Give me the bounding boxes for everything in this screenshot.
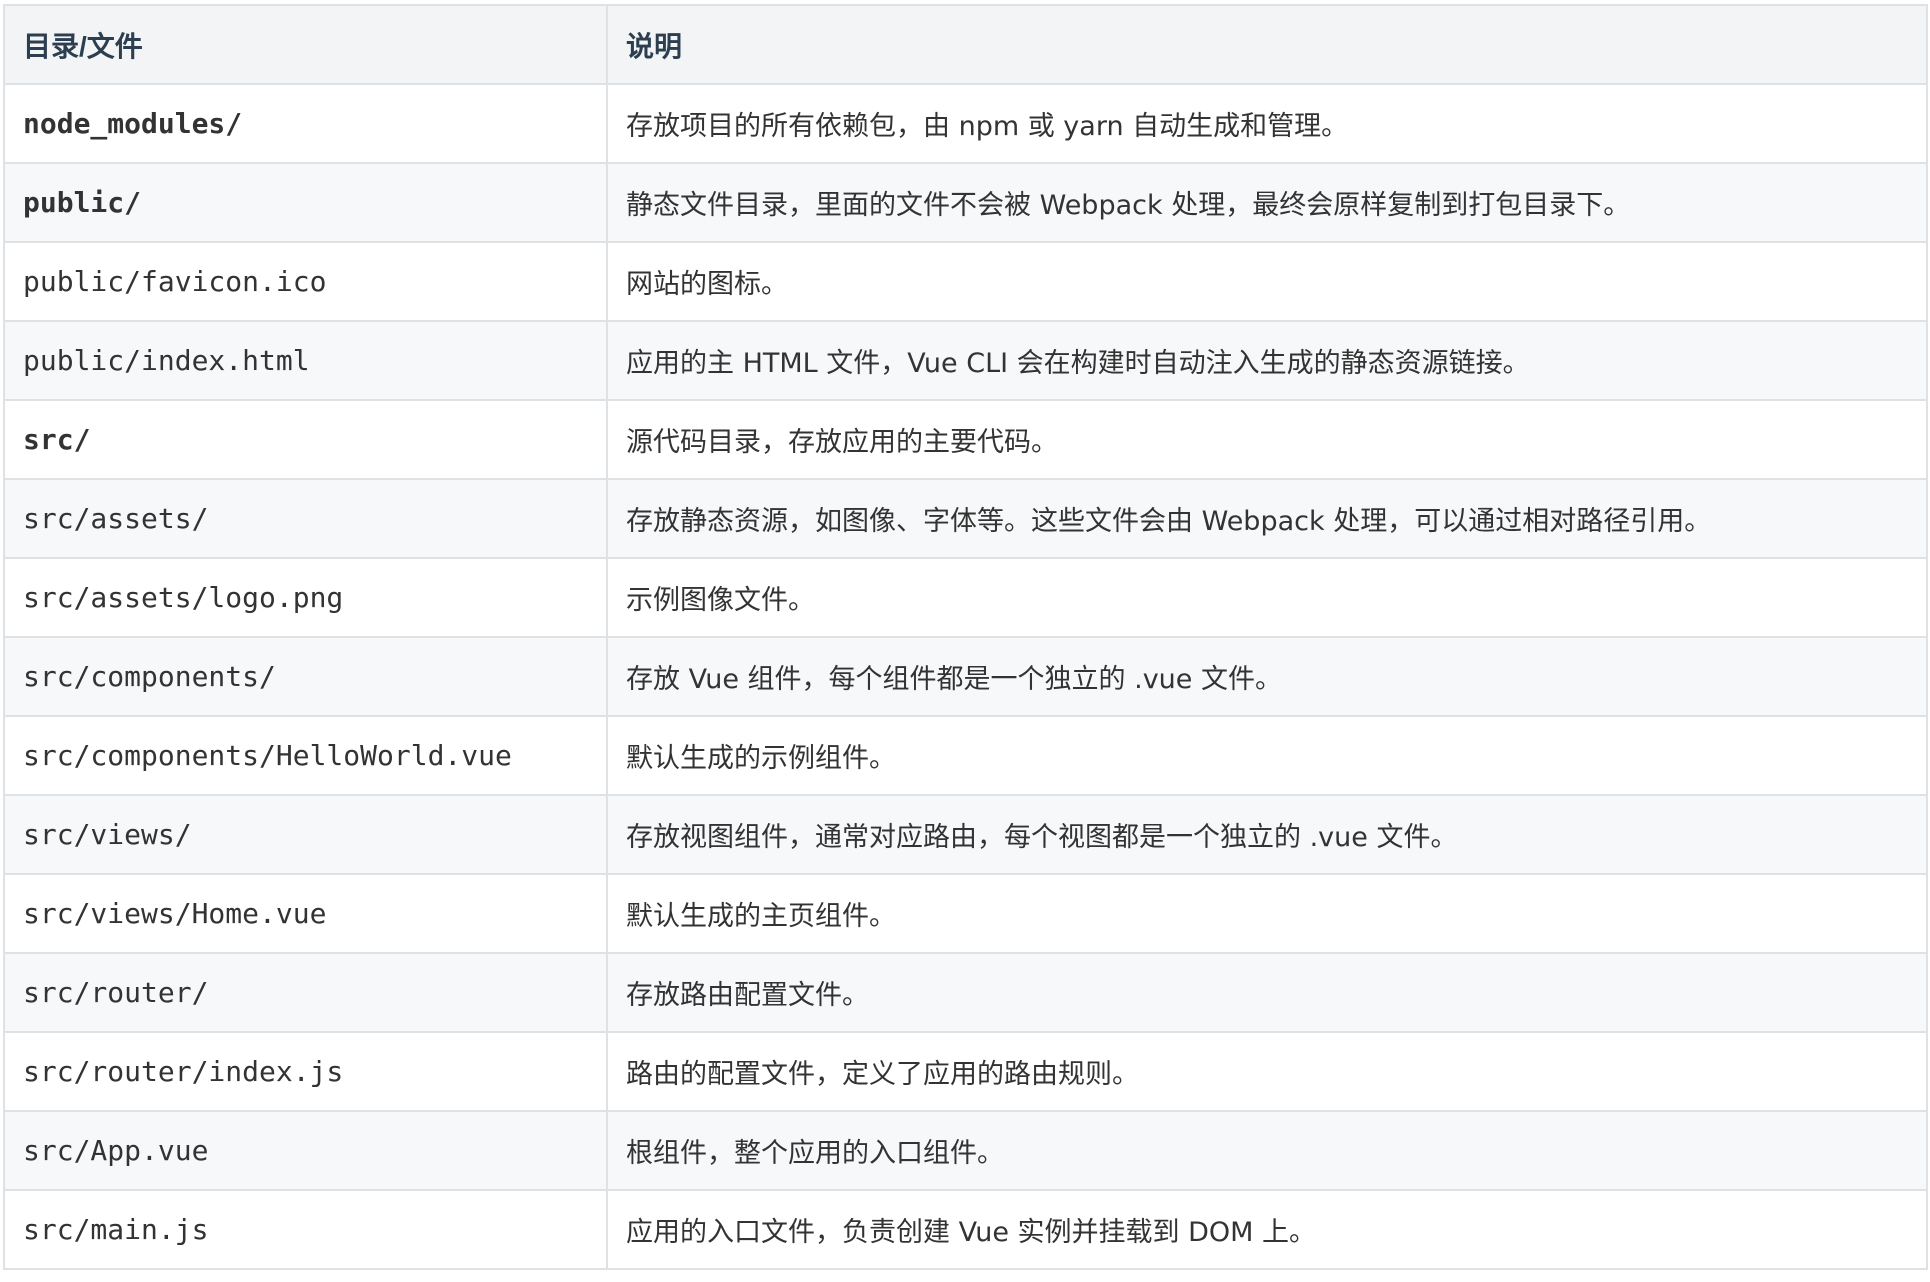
description-cell: 存放 Vue 组件，每个组件都是一个独立的 .vue 文件。 [606,636,1928,717]
path-cell: src/components/HelloWorld.vue [3,715,608,796]
table-row: src/components/HelloWorld.vue 默认生成的示例组件。 [3,715,1928,796]
description-cell: 存放路由配置文件。 [606,952,1928,1033]
table-row: src/assets/logo.png 示例图像文件。 [3,557,1928,638]
description-cell: 存放视图组件，通常对应路由，每个视图都是一个独立的 .vue 文件。 [606,794,1928,875]
path-cell: src/ [3,399,608,480]
table-row: src/views/Home.vue 默认生成的主页组件。 [3,873,1928,954]
table-row: public/ 静态文件目录，里面的文件不会被 Webpack 处理，最终会原样… [3,162,1928,243]
directory-table-container: 目录/文件 说明 node_modules/ 存放项目的所有依赖包，由 npm … [3,4,1928,1270]
description-cell: 存放项目的所有依赖包，由 npm 或 yarn 自动生成和管理。 [606,83,1928,164]
path-cell: src/assets/ [3,478,608,559]
description-cell: 默认生成的主页组件。 [606,873,1928,954]
path-cell: public/index.html [3,320,608,401]
path-cell: public/ [3,162,608,243]
path-cell: src/assets/logo.png [3,557,608,638]
description-cell: 默认生成的示例组件。 [606,715,1928,796]
description-cell: 路由的配置文件，定义了应用的路由规则。 [606,1031,1928,1112]
description-cell: 根组件，整个应用的入口组件。 [606,1110,1928,1191]
table-row: src/views/ 存放视图组件，通常对应路由，每个视图都是一个独立的 .vu… [3,794,1928,875]
header-description: 说明 [606,4,1928,85]
table-row: public/favicon.ico 网站的图标。 [3,241,1928,322]
path-cell: public/favicon.ico [3,241,608,322]
table-row: src/ 源代码目录，存放应用的主要代码。 [3,399,1928,480]
description-cell: 应用的主 HTML 文件，Vue CLI 会在构建时自动注入生成的静态资源链接。 [606,320,1928,401]
table-row: node_modules/ 存放项目的所有依赖包，由 npm 或 yarn 自动… [3,83,1928,164]
table-row: src/router/ 存放路由配置文件。 [3,952,1928,1033]
table-row: src/App.vue 根组件，整个应用的入口组件。 [3,1110,1928,1191]
header-path: 目录/文件 [3,4,608,85]
table-row: src/main.js 应用的入口文件，负责创建 Vue 实例并挂载到 DOM … [3,1189,1928,1270]
description-cell: 示例图像文件。 [606,557,1928,638]
path-cell: src/views/Home.vue [3,873,608,954]
table-header-row: 目录/文件 说明 [3,4,1928,85]
table-row: src/components/ 存放 Vue 组件，每个组件都是一个独立的 .v… [3,636,1928,717]
description-cell: 源代码目录，存放应用的主要代码。 [606,399,1928,480]
description-cell: 静态文件目录，里面的文件不会被 Webpack 处理，最终会原样复制到打包目录下… [606,162,1928,243]
table-row: src/router/index.js 路由的配置文件，定义了应用的路由规则。 [3,1031,1928,1112]
path-cell: src/components/ [3,636,608,717]
path-cell: src/App.vue [3,1110,608,1191]
table-row: public/index.html 应用的主 HTML 文件，Vue CLI 会… [3,320,1928,401]
table-body: node_modules/ 存放项目的所有依赖包，由 npm 或 yarn 自动… [3,83,1928,1270]
directory-table: 目录/文件 说明 node_modules/ 存放项目的所有依赖包，由 npm … [3,4,1928,1270]
path-cell: src/main.js [3,1189,608,1270]
table-row: src/assets/ 存放静态资源，如图像、字体等。这些文件会由 Webpac… [3,478,1928,559]
path-cell: src/router/index.js [3,1031,608,1112]
description-cell: 网站的图标。 [606,241,1928,322]
description-cell: 应用的入口文件，负责创建 Vue 实例并挂载到 DOM 上。 [606,1189,1928,1270]
path-cell: src/router/ [3,952,608,1033]
description-cell: 存放静态资源，如图像、字体等。这些文件会由 Webpack 处理，可以通过相对路… [606,478,1928,559]
path-cell: node_modules/ [3,83,608,164]
path-cell: src/views/ [3,794,608,875]
